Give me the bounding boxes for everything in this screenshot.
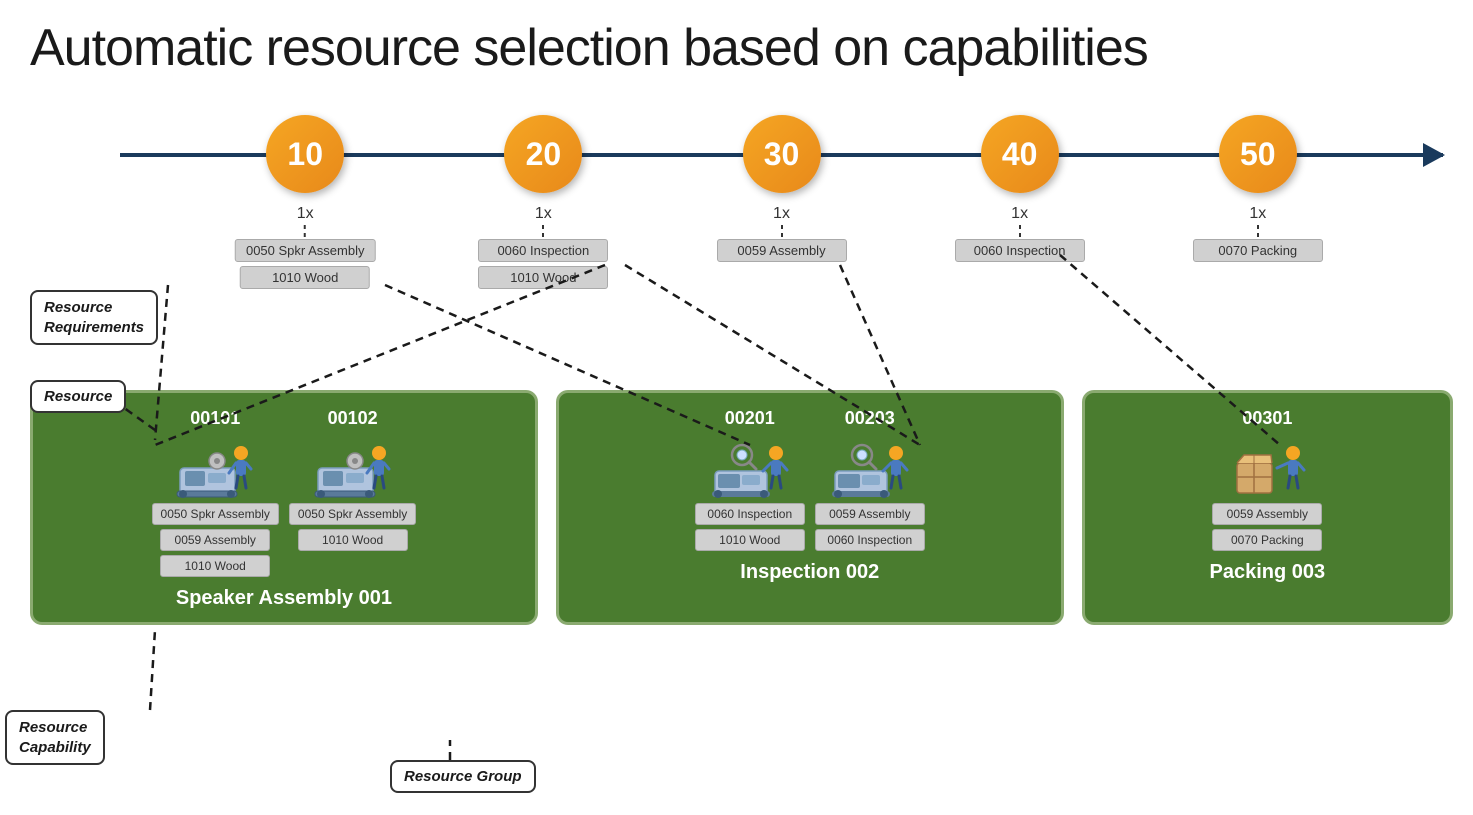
req-group-30: 1x 0059 Assembly bbox=[717, 205, 847, 264]
timeline-node-10: 10 bbox=[266, 115, 344, 193]
resource-group-002: 00201 bbox=[556, 390, 1064, 625]
group-title-001: Speaker Assembly 001 bbox=[45, 587, 523, 610]
requirements-container: 1x 0050 Spkr Assembly 1010 Wood 1x 0060 … bbox=[120, 205, 1443, 365]
cap-box-00201-1: 0060 Inspection bbox=[695, 503, 805, 525]
resource-item-00301: 00301 0059 Assembly bbox=[1212, 408, 1322, 553]
resource-item-00102: 00102 0050 Spkr Asse bbox=[289, 408, 416, 579]
req-multiplier-20: 1x bbox=[535, 205, 552, 223]
req-dashed-20 bbox=[542, 225, 544, 237]
req-dashed-40 bbox=[1019, 225, 1021, 237]
machine-icon-00301 bbox=[1227, 433, 1307, 501]
resource-item-00201: 00201 bbox=[695, 408, 805, 553]
resource-id-00102: 00102 bbox=[328, 408, 378, 429]
resource-id-00301: 00301 bbox=[1242, 408, 1292, 429]
node-circle-30: 30 bbox=[743, 115, 821, 193]
cap-box-00203-2: 0060 Inspection bbox=[815, 529, 925, 551]
timeline-node-20: 20 bbox=[504, 115, 582, 193]
req-dashed-10 bbox=[304, 225, 306, 237]
timeline-container: 10 20 30 40 50 bbox=[120, 115, 1443, 195]
req-box-20-1: 0060 Inspection bbox=[478, 239, 608, 262]
callout-resource: Resource bbox=[30, 380, 126, 413]
req-box-40-1: 0060 Inspection bbox=[955, 239, 1085, 262]
node-circle-20: 20 bbox=[504, 115, 582, 193]
group-title-002: Inspection 002 bbox=[571, 561, 1049, 584]
resource-items-row-001: 00101 bbox=[45, 408, 523, 579]
resource-id-00203: 00203 bbox=[845, 408, 895, 429]
callout-resource-requirements: ResourceRequirements bbox=[30, 290, 158, 345]
node-circle-40: 40 bbox=[981, 115, 1059, 193]
req-box-50-1: 0070 Packing bbox=[1193, 239, 1323, 262]
cap-box-00101-2: 0059 Assembly bbox=[160, 529, 270, 551]
machine-icon-00201 bbox=[710, 433, 790, 501]
resource-item-00101: 00101 bbox=[152, 408, 279, 579]
timeline-node-40: 40 bbox=[981, 115, 1059, 193]
timeline-node-30: 30 bbox=[743, 115, 821, 193]
page-title: Automatic resource selection based on ca… bbox=[0, 0, 1473, 78]
timeline-node-50: 50 bbox=[1219, 115, 1297, 193]
req-group-20: 1x 0060 Inspection 1010 Wood bbox=[478, 205, 608, 291]
req-box-30-1: 0059 Assembly bbox=[717, 239, 847, 262]
req-multiplier-50: 1x bbox=[1249, 205, 1266, 223]
node-circle-10: 10 bbox=[266, 115, 344, 193]
resource-item-00203: 00203 005 bbox=[815, 408, 925, 553]
cap-box-00203-1: 0059 Assembly bbox=[815, 503, 925, 525]
req-dashed-50 bbox=[1257, 225, 1259, 237]
req-multiplier-10: 1x bbox=[297, 205, 314, 223]
req-multiplier-30: 1x bbox=[773, 205, 790, 223]
resource-id-00101: 00101 bbox=[190, 408, 240, 429]
req-box-10-1: 0050 Spkr Assembly bbox=[235, 239, 376, 262]
req-group-10: 1x 0050 Spkr Assembly 1010 Wood bbox=[235, 205, 376, 291]
req-box-10-2: 1010 Wood bbox=[240, 266, 370, 289]
resource-id-00201: 00201 bbox=[725, 408, 775, 429]
timeline-arrow bbox=[1423, 143, 1445, 167]
group-title-003: Packing 003 bbox=[1097, 561, 1438, 584]
req-group-40: 1x 0060 Inspection bbox=[955, 205, 1085, 264]
cap-box-00201-2: 1010 Wood bbox=[695, 529, 805, 551]
cap-box-00102-2: 1010 Wood bbox=[298, 529, 408, 551]
machine-icon-00203 bbox=[830, 433, 910, 501]
req-group-50: 1x 0070 Packing bbox=[1193, 205, 1323, 264]
resource-group-003: 00301 0059 Assembly bbox=[1082, 390, 1453, 625]
cap-box-00101-3: 1010 Wood bbox=[160, 555, 270, 577]
machine-icon-00102 bbox=[313, 433, 393, 501]
req-dashed-30 bbox=[781, 225, 783, 237]
node-circle-50: 50 bbox=[1219, 115, 1297, 193]
resource-group-001: 00101 bbox=[30, 390, 538, 625]
callout-resource-capability: ResourceCapability bbox=[5, 710, 105, 765]
cap-box-00101-1: 0050 Spkr Assembly bbox=[152, 503, 279, 525]
resource-items-row-003: 00301 0059 Assembly bbox=[1097, 408, 1438, 553]
cap-box-00301-2: 0070 Packing bbox=[1212, 529, 1322, 551]
machine-icon-00101 bbox=[175, 433, 255, 501]
req-box-20-2: 1010 Wood bbox=[478, 266, 608, 289]
cap-box-00102-1: 0050 Spkr Assembly bbox=[289, 503, 416, 525]
callout-resource-group: Resource Group bbox=[390, 760, 536, 793]
req-multiplier-40: 1x bbox=[1011, 205, 1028, 223]
cap-box-00301-1: 0059 Assembly bbox=[1212, 503, 1322, 525]
resource-items-row-002: 00201 bbox=[571, 408, 1049, 553]
groups-container: 00101 bbox=[30, 390, 1453, 625]
